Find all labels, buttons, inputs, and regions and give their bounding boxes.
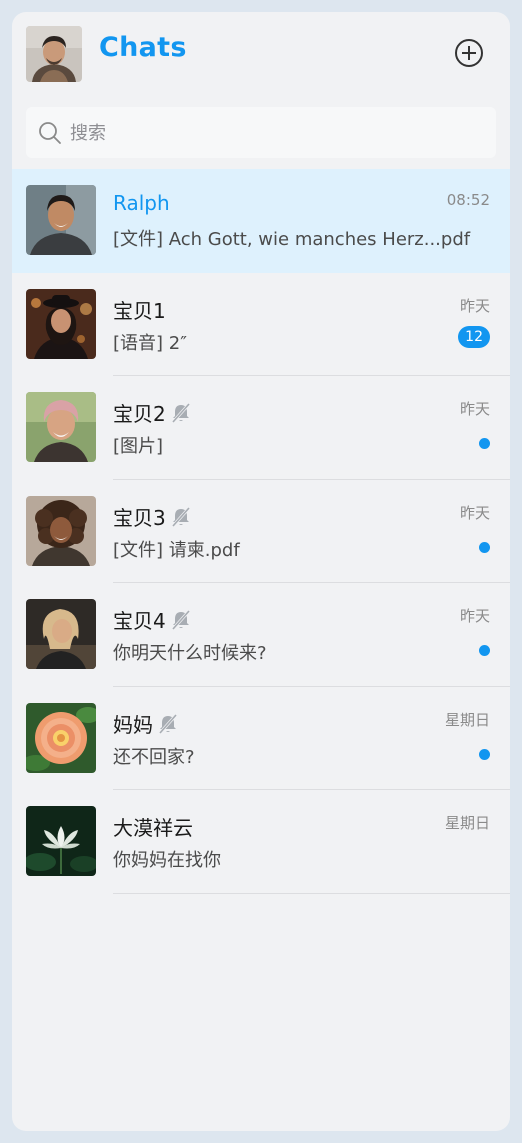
chat-list: Ralph [文件] Ach Gott, wie manches Herz...… [12, 169, 510, 894]
chat-name-text: 宝贝4 [113, 609, 166, 633]
add-chat-button[interactable] [454, 38, 484, 68]
chat-row[interactable]: 宝贝4 你明天什么时候来? 昨天 [12, 583, 510, 687]
chat-avatar [26, 288, 96, 359]
chat-time: 昨天 [459, 607, 490, 625]
chat-avatar [26, 702, 96, 773]
chat-name: 妈妈 [113, 709, 179, 738]
chat-row[interactable]: 大漠祥云 你妈妈在找你 星期日 [12, 790, 510, 894]
chat-row[interactable]: 宝贝3 [文件] 请柬.pdf 昨天 [12, 480, 510, 583]
unread-dot [479, 748, 490, 760]
mute-bell-icon [171, 403, 190, 423]
chat-row[interactable]: 妈妈 还不回家? 星期日 [12, 687, 510, 790]
user-avatar[interactable] [26, 26, 82, 82]
page-title: Chats [99, 32, 187, 63]
chat-last-message: 你妈妈在找你 [113, 850, 221, 871]
chat-name-text: 宝贝2 [113, 402, 166, 426]
header: Chats [12, 12, 510, 100]
chat-avatar [26, 806, 96, 876]
chat-last-message: 你明天什么时候来? [113, 643, 267, 664]
unread-dot [479, 541, 490, 553]
chat-row[interactable]: 宝贝2 [图片] 昨天 [12, 376, 510, 480]
chat-window: Chats 搜索 Ralph [文件] Ach Gott, wie manche… [12, 12, 510, 1131]
chat-avatar [26, 599, 96, 669]
chat-avatar [26, 495, 96, 566]
mute-bell-icon [158, 713, 178, 734]
chat-time: 星期日 [444, 814, 490, 832]
unread-dot [479, 645, 490, 656]
chat-time: 08:52 [446, 191, 490, 209]
mute-bell-icon [171, 506, 190, 527]
chat-time: 昨天 [459, 503, 490, 522]
chat-name: 宝贝3 [113, 502, 192, 531]
chat-time: 星期日 [444, 710, 490, 729]
search-icon [39, 122, 61, 144]
chat-last-message: 还不回家? [113, 746, 195, 768]
chat-name-text: 妈妈 [113, 712, 153, 737]
chat-time: 昨天 [459, 400, 490, 418]
chat-name: 宝贝2 [113, 398, 192, 427]
chat-name: 宝贝1 [113, 298, 166, 323]
chat-name-text: 宝贝3 [113, 505, 166, 530]
chat-name: Ralph [113, 191, 170, 215]
chat-row[interactable]: 宝贝1 [语音] 2″ 昨天 12 [12, 273, 510, 376]
chat-last-message: [图片] [113, 436, 164, 457]
chat-avatar [26, 392, 96, 462]
chat-avatar [26, 185, 96, 255]
unread-count-badge: 12 [458, 325, 490, 348]
chat-time: 昨天 [459, 296, 490, 315]
search-input[interactable] [70, 117, 470, 149]
chat-last-message: [文件] 请柬.pdf [113, 539, 240, 561]
chat-last-message: [文件] Ach Gott, wie manches Herz...pdf [113, 229, 471, 250]
divider [113, 892, 510, 894]
chat-row[interactable]: Ralph [文件] Ach Gott, wie manches Herz...… [12, 169, 510, 273]
mute-bell-icon [171, 610, 190, 630]
unread-dot [479, 438, 490, 449]
chat-last-message: [语音] 2″ [113, 332, 187, 354]
search-box[interactable] [26, 107, 496, 158]
plus-circle-icon [455, 39, 483, 67]
chat-name: 宝贝4 [113, 605, 192, 634]
chat-name: 大漠祥云 [113, 816, 193, 840]
